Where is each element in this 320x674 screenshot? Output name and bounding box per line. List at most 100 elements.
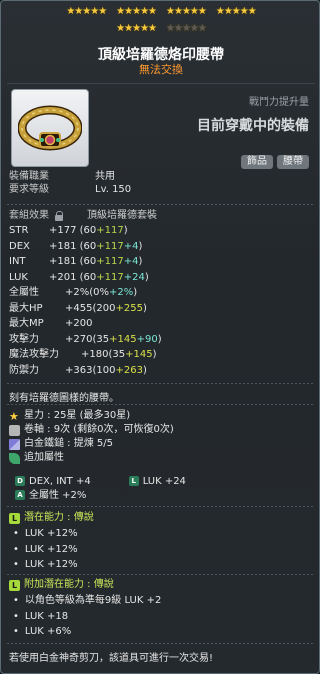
star-icon: ★ <box>231 6 241 17</box>
star-icon: ★ <box>215 6 225 17</box>
stat-close: ) <box>133 287 138 298</box>
star-icon: ★ <box>173 6 183 17</box>
category-tags: 飾品 腰帶 <box>241 155 309 169</box>
stat-close: ) <box>138 256 143 267</box>
star-icon: ★ <box>124 23 133 34</box>
stat-upgrade: +263 <box>115 364 143 376</box>
dex-int-badge-icon: D <box>15 476 25 486</box>
star-icon: ★ <box>181 6 191 17</box>
stat-total: +455 <box>65 302 93 314</box>
stat-upgrade: +117 <box>96 240 124 252</box>
additional-label: 追加屬性 <box>24 452 64 463</box>
additional-stat-text: LUK +24 <box>142 476 186 487</box>
additional-stat-text: 全屬性 +2% <box>29 490 87 501</box>
star-icon: ★ <box>148 23 157 34</box>
footer-note: 若使用白金神奇剪刀，該道具可進行一次交易! <box>9 653 214 664</box>
star-group: ★ ★ ★ ★ ★ <box>166 23 207 35</box>
stat-row: 最大MP +200 <box>9 316 309 332</box>
star-icon: ★ <box>197 23 207 34</box>
divider <box>7 404 315 405</box>
stat-key: 最大MP <box>9 318 44 329</box>
bonus-potential-title: 附加潛在能力 : 傳說 <box>24 579 114 590</box>
star-icon: ★ <box>181 23 191 34</box>
stat-total: +177 <box>49 225 77 236</box>
star-icon: ★ <box>148 6 157 17</box>
potential-header: L 潛在能力 : 傳說 <box>9 511 94 525</box>
star-group: ★ ★ ★ ★ ★ <box>215 6 257 18</box>
star-icon: ★ <box>116 23 125 34</box>
scroll-row: 卷軸 : 9次 (剩餘0次，可恢復0次) <box>9 423 314 437</box>
set-effect-header[interactable]: 套組效果 頂級培羅德套裝 <box>9 209 157 222</box>
star-row-1: ★ ★ ★ ★ ★ ★ ★ ★ ★ ★ ★ ★ ★ ★ ★ ★ ★ ★ ★ ★ <box>1 6 319 18</box>
stat-key: 魔法攻擊力 <box>9 349 59 360</box>
hammer-text: 白金鐵鎚 : 提煉 5/5 <box>24 438 113 449</box>
potential-title: 潛在能力 : 傳說 <box>24 512 94 523</box>
star-icon: ★ <box>239 6 249 17</box>
star-icon: ★ <box>173 23 183 34</box>
star-icon: ★ <box>166 23 175 34</box>
scroll-text: 卷軸 : 9次 (剩餘0次，可恢復0次) <box>24 424 174 435</box>
leaf-icon <box>9 452 20 464</box>
potential-line: LUK +12% <box>13 542 78 558</box>
stat-base: (200 <box>92 302 116 314</box>
star-group: ★ ★ ★ ★ ★ <box>116 23 157 35</box>
stat-extra: +4 <box>123 256 139 267</box>
star-icon: ★ <box>189 6 199 17</box>
stat-row: 攻擊力 +270 (35 +145 +90 ) <box>9 332 309 348</box>
divider <box>7 204 315 205</box>
tag-belt: 腰帶 <box>277 155 309 169</box>
potential-line: LUK +12% <box>13 526 78 542</box>
stat-close: ) <box>138 240 143 252</box>
stat-total: +270 <box>65 333 93 345</box>
star-icon: ★ <box>140 23 149 34</box>
legendary-grade-icon: L <box>9 512 20 524</box>
item-description: 刻有培羅德圖樣的腰帶。 <box>9 393 119 404</box>
req-label: 要求等級 <box>9 184 49 195</box>
stat-base: (60 <box>79 256 97 267</box>
stat-upgrade: +145 <box>125 349 153 360</box>
stat-row: 魔法攻擊力 +180 (35 +145 ) <box>9 347 309 363</box>
item-name: 頂級培羅德烙印腰帶 <box>98 47 224 63</box>
set-name: 頂級培羅德套裝 <box>87 210 157 221</box>
tag-accessory: 飾品 <box>241 155 273 169</box>
divider <box>7 506 315 507</box>
star-icon: ★ <box>116 6 125 17</box>
lock-icon <box>55 210 63 221</box>
stat-row: LUK +201 (60 +117 +24 ) <box>9 270 309 286</box>
bonus-potential-header: L 附加潛在能力 : 傳說 <box>9 578 114 592</box>
additional-stat-text: DEX, INT +4 <box>29 476 91 487</box>
trade-status: 無法交換 <box>139 63 183 76</box>
scroll-icon <box>9 424 20 436</box>
stat-close: ) <box>144 271 149 283</box>
item-tooltip: ★ ★ ★ ★ ★ ★ ★ ★ ★ ★ ★ ★ ★ ★ ★ ★ ★ ★ ★ ★ ★ ★ ★ ★ ★ ★ ★ ★ ★ ★ 頂級培羅德烙印腰… <box>0 0 320 674</box>
stat-row: STR +177 (60 +117 ) <box>9 223 309 239</box>
potential-line: LUK +12% <box>13 557 78 573</box>
luk-badge-icon: L <box>128 476 139 486</box>
divider <box>7 83 315 84</box>
stat-total: +200 <box>65 318 93 329</box>
additional-stat: L LUK +24 <box>128 475 186 489</box>
bonus-potential-line: LUK +6% <box>13 624 161 640</box>
stat-key: 最大HP <box>9 302 43 314</box>
stat-base: (60 <box>79 225 97 236</box>
hammer-row: 白金鐵鎚 : 提煉 5/5 <box>9 437 314 451</box>
star-icon: ★ <box>166 6 175 17</box>
belt-icon <box>18 105 82 151</box>
stat-upgrade: +117 <box>96 256 124 267</box>
star-icon: ★ <box>223 6 233 17</box>
star-group: ★ ★ ★ ★ ★ <box>166 6 207 18</box>
additional-stats: D DEX, INT +4 L LUK +24 A 全屬性 +2% <box>15 475 186 503</box>
hammer-icon <box>9 438 20 450</box>
potential-lines: LUK +12% LUK +12% LUK +12% <box>13 526 78 573</box>
req-row: 裝備職業 共用 <box>9 170 131 183</box>
item-icon-box <box>11 89 89 167</box>
star-icon: ★ <box>189 23 199 34</box>
stat-upgrade: +117 <box>96 271 124 283</box>
stat-total: +2% <box>65 287 90 298</box>
additional-stat: D DEX, INT +4 <box>15 475 91 489</box>
stat-extra: +2% <box>109 287 134 298</box>
star-icon: ★ <box>132 6 141 17</box>
stat-key: 防禦力 <box>9 364 39 376</box>
divider <box>7 574 315 575</box>
stat-upgrade: +117 <box>96 225 124 236</box>
